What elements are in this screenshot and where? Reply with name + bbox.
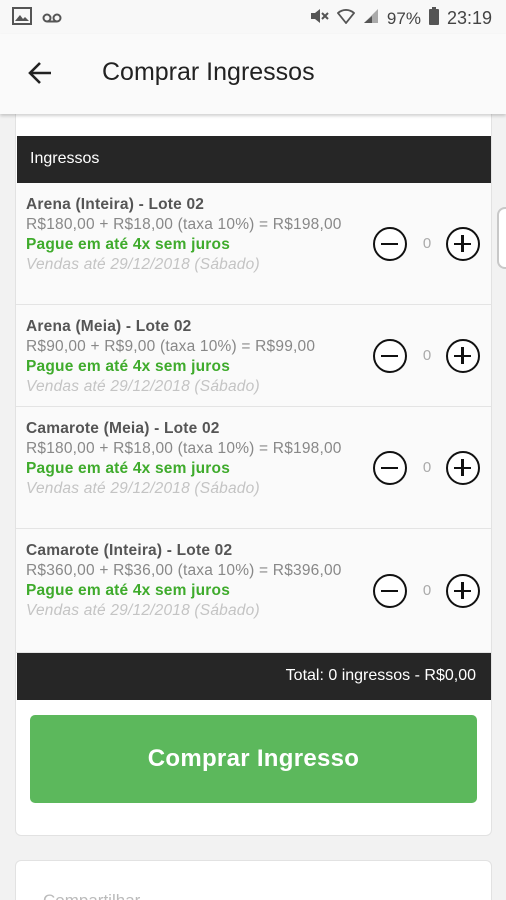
ticket-promo: Pague em até 4x sem juros xyxy=(26,236,231,253)
ticket-name: Camarote (Meia) - Lote 02 xyxy=(26,420,220,437)
ticket-price: R$180,00 + R$18,00 (taxa 10%) = R$198,00 xyxy=(26,216,342,233)
ticket-info: Arena (Inteira) - Lote 02 R$180,00 + R$1… xyxy=(26,195,356,275)
voicemail-icon xyxy=(42,9,62,29)
ticket-row: Arena (Inteira) - Lote 02 R$180,00 + R$1… xyxy=(16,183,491,305)
ticket-sales-until: Vendas até 29/12/2018 (Sábado) xyxy=(26,378,260,395)
battery-icon xyxy=(428,7,439,30)
back-button[interactable] xyxy=(22,58,58,92)
quantity-stepper: 0 xyxy=(373,451,483,485)
quantity-value: 0 xyxy=(422,235,432,252)
increase-quantity-button[interactable] xyxy=(446,574,480,608)
ticket-row: Arena (Meia) - Lote 02 R$90,00 + R$9,00 … xyxy=(16,305,491,407)
quantity-stepper: 0 xyxy=(373,339,483,373)
app-bar: Comprar Ingressos xyxy=(0,34,506,114)
arrow-left-icon xyxy=(27,61,53,90)
tickets-header: Ingressos xyxy=(17,136,491,183)
ticket-promo: Pague em até 4x sem juros xyxy=(26,358,231,375)
quantity-value: 0 xyxy=(422,459,432,476)
ticket-name: Arena (Inteira) - Lote 02 xyxy=(26,196,205,213)
ticket-name: Camarote (Inteira) - Lote 02 xyxy=(26,542,233,559)
decrease-quantity-button[interactable] xyxy=(373,227,407,261)
ticket-promo: Pague em até 4x sem juros xyxy=(26,582,231,599)
decrease-quantity-button[interactable] xyxy=(373,339,407,373)
increase-quantity-button[interactable] xyxy=(446,339,480,373)
signal-icon xyxy=(363,8,379,29)
status-bar: 97% 23:19 xyxy=(0,0,506,34)
quantity-stepper: 0 xyxy=(373,227,483,261)
ticket-sales-until: Vendas até 29/12/2018 (Sábado) xyxy=(26,256,260,273)
ticket-sales-until: Vendas até 29/12/2018 (Sábado) xyxy=(26,480,260,497)
increase-quantity-button[interactable] xyxy=(446,227,480,261)
scroll-handle[interactable] xyxy=(497,207,506,269)
ticket-info: Camarote (Meia) - Lote 02 R$180,00 + R$1… xyxy=(26,419,356,499)
battery-percent: 97% xyxy=(386,8,421,28)
clock: 23:19 xyxy=(446,8,492,28)
ticket-row: Camarote (Meia) - Lote 02 R$180,00 + R$1… xyxy=(16,407,491,529)
image-icon xyxy=(12,7,32,30)
ticket-price: R$180,00 + R$18,00 (taxa 10%) = R$198,00 xyxy=(26,440,342,457)
ticket-info: Arena (Meia) - Lote 02 R$90,00 + R$9,00 … xyxy=(26,317,371,397)
ticket-promo: Pague em até 4x sem juros xyxy=(26,460,231,477)
total-bar: Total: 0 ingressos - R$0,00 xyxy=(17,653,491,700)
page-title: Comprar Ingressos xyxy=(102,58,315,86)
ticket-price: R$360,00 + R$36,00 (taxa 10%) = R$396,00 xyxy=(26,562,342,579)
buy-ticket-button[interactable]: Comprar Ingresso xyxy=(30,715,477,803)
decrease-quantity-button[interactable] xyxy=(373,451,407,485)
ticket-row: Camarote (Inteira) - Lote 02 R$360,00 + … xyxy=(16,529,491,653)
ticket-info: Camarote (Inteira) - Lote 02 R$360,00 + … xyxy=(26,541,356,621)
ticket-price: R$90,00 + R$9,00 (taxa 10%) = R$99,00 xyxy=(26,338,316,355)
quantity-stepper: 0 xyxy=(373,574,483,608)
ticket-sales-until: Vendas até 29/12/2018 (Sábado) xyxy=(26,602,260,619)
quantity-value: 0 xyxy=(422,347,432,364)
ticket-name: Arena (Meia) - Lote 02 xyxy=(26,318,192,335)
tickets-header-label: Ingressos xyxy=(30,150,100,167)
mute-icon xyxy=(309,7,329,30)
increase-quantity-button[interactable] xyxy=(446,451,480,485)
wifi-icon xyxy=(336,8,356,29)
total-summary: Total: 0 ingressos - R$0,00 xyxy=(285,667,476,684)
share-label: Compartilhar xyxy=(43,891,140,900)
share-card: Compartilhar xyxy=(15,860,492,900)
quantity-value: 0 xyxy=(422,582,432,599)
decrease-quantity-button[interactable] xyxy=(373,574,407,608)
